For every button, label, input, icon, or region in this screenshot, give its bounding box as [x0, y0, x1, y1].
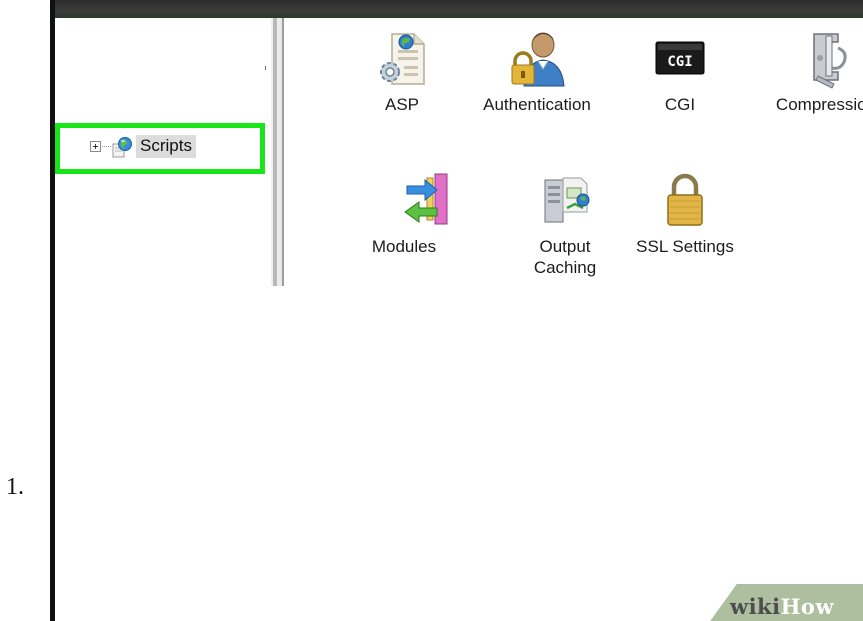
pane-splitter[interactable]	[271, 18, 285, 286]
window-top-border	[50, 0, 863, 18]
watermark-wiki: wiki	[730, 594, 781, 619]
wikihow-watermark: wikiHow	[730, 594, 834, 619]
modules-icon	[404, 173, 448, 225]
padlock-icon	[667, 173, 703, 226]
iis-manager-screenshot: Scripts ASP Authentication CGI CGI Compr…	[50, 0, 863, 621]
tree-edge-tick	[265, 66, 266, 70]
feature-modules[interactable]: Modules	[365, 170, 485, 257]
feature-label-compression: Compression	[775, 95, 863, 114]
feature-cgi[interactable]: CGI CGI	[620, 28, 740, 115]
feature-output-caching[interactable]: Output Caching	[505, 170, 625, 278]
features-view: ASP Authentication CGI CGI Compressio Mo…	[285, 18, 863, 286]
web-application-globe-icon	[112, 136, 132, 157]
feature-label-cgi: CGI	[664, 95, 696, 114]
cgi-icon-text: CGI	[667, 54, 692, 70]
user-lock-icon	[511, 32, 565, 87]
feature-label-asp: ASP	[384, 95, 420, 114]
tree-connector-line	[102, 146, 111, 147]
feature-label-ssl-settings: SSL Settings	[636, 237, 734, 256]
tree-node-label: Scripts	[136, 135, 196, 158]
cgi-icon: CGI	[655, 41, 705, 75]
feature-label-authentication: Authentication	[483, 95, 591, 114]
tree-node-scripts[interactable]: Scripts	[90, 135, 196, 158]
output-caching-icon	[544, 177, 590, 223]
feature-asp[interactable]: ASP	[342, 28, 462, 115]
compression-clamp-icon	[813, 33, 847, 89]
expand-plus-icon[interactable]	[90, 141, 101, 152]
feature-compression[interactable]: Compression	[766, 28, 863, 115]
feature-label-modules: Modules	[371, 237, 437, 256]
feature-label-output-caching: Output Caching	[533, 237, 597, 277]
feature-ssl-settings[interactable]: SSL Settings	[625, 170, 745, 257]
feature-authentication[interactable]: Authentication	[477, 28, 597, 115]
watermark-how: How	[780, 594, 835, 619]
asp-page-icon	[380, 33, 425, 85]
list-number: 1.	[6, 474, 24, 500]
